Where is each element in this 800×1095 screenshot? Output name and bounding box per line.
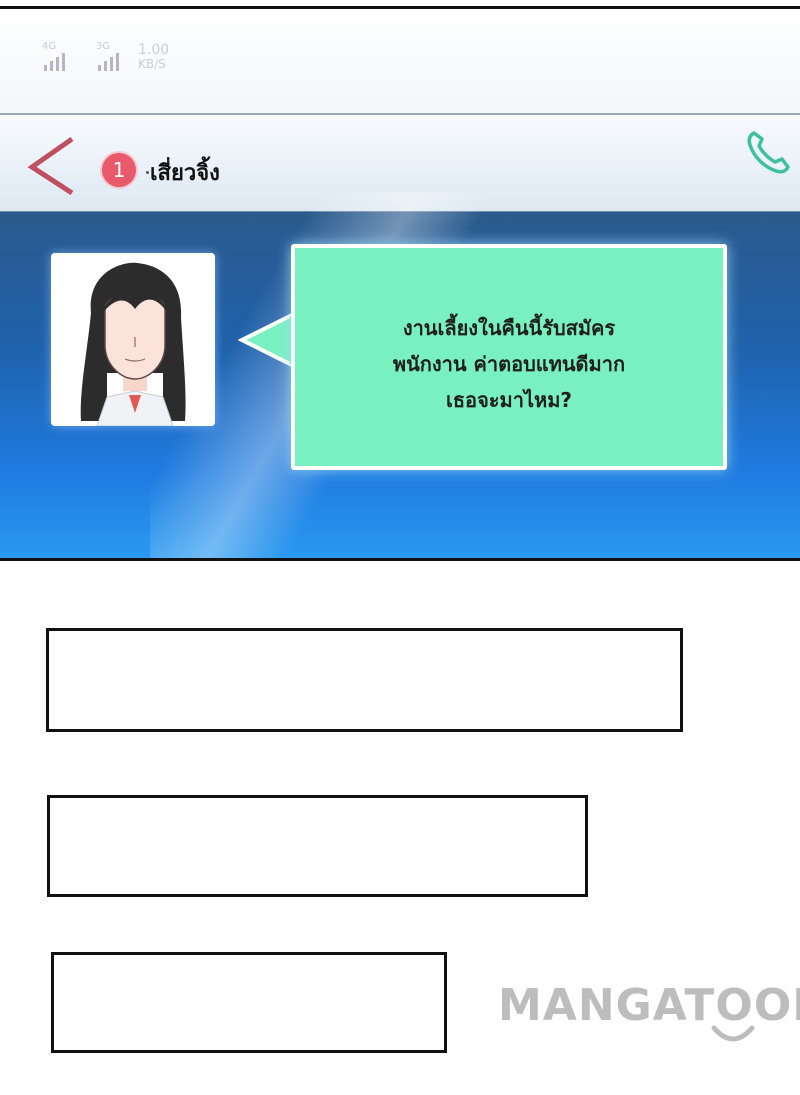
- empty-caption-box: [51, 952, 447, 1053]
- signal-4g-label: 4G: [42, 41, 57, 52]
- avatar[interactable]: [51, 253, 215, 426]
- chevron-left-icon: [27, 136, 74, 196]
- message-line: พนักงาน ค่าตอบแทนดีมาก: [392, 352, 626, 376]
- signal-4g-icon: 4G: [30, 41, 70, 71]
- network-speed-value: 1.00: [138, 42, 170, 58]
- contact-name: เสี่ยวจิ้ง: [150, 161, 220, 186]
- signal-3g-label: 3G: [96, 41, 111, 52]
- network-speed: 1.00 KB/S: [138, 43, 169, 71]
- smile-icon: [711, 1025, 755, 1042]
- call-button[interactable]: [740, 125, 796, 181]
- message-line: งานเลี้ยงในคืนนี้รับสมัคร: [402, 316, 616, 340]
- empty-caption-box: [47, 795, 588, 897]
- message-text: งานเลี้ยงในคืนนี้รับสมัคร พนักงาน ค่าตอบ…: [295, 310, 723, 418]
- signal-3g-icon: 3G: [84, 41, 124, 71]
- message-bubble[interactable]: งานเลี้ยงในคืนนี้รับสมัคร พนักงาน ค่าตอบ…: [291, 244, 727, 470]
- bubble-tail: [238, 310, 298, 370]
- empty-caption-box: [46, 628, 683, 732]
- back-button[interactable]: [22, 133, 82, 197]
- message-line: เธอจะมาไหม?: [446, 388, 572, 412]
- chat-area: งานเลี้ยงในคืนนี้รับสมัคร พนักงาน ค่าตอบ…: [0, 192, 800, 558]
- phone-icon: [747, 131, 790, 174]
- girl-portrait-icon: [51, 253, 215, 426]
- separator-dot: [146, 171, 149, 174]
- network-speed-unit: KB/S: [138, 57, 166, 71]
- phone-screen: 4G 3G 1.00 KB/S 1 เสี่ยวจิ้ง งานเลี้ยงใน…: [0, 6, 800, 561]
- status-bar: 4G 3G 1.00 KB/S: [0, 9, 800, 115]
- chat-header: 1 เสี่ยวจิ้ง: [0, 115, 800, 212]
- unread-badge: 1: [102, 153, 136, 187]
